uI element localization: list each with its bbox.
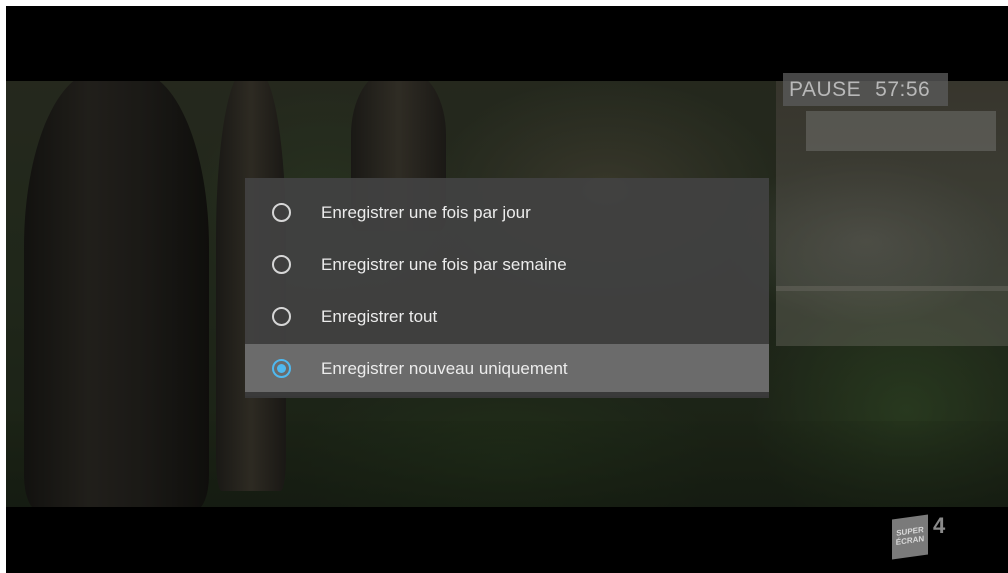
option-label: Enregistrer tout (321, 307, 438, 326)
option-record-new-only[interactable]: Enregistrer nouveau uniquement (245, 344, 769, 396)
option-label: Enregistrer une fois par jour (321, 203, 531, 222)
channel-logo: SUPER ÉCRAN 4 (892, 513, 952, 561)
channel-number: 4 (933, 513, 946, 538)
option-label: Enregistrer une fois par semaine (321, 255, 567, 274)
channel-logo-box: SUPER ÉCRAN (892, 514, 928, 560)
radio-unchecked-icon[interactable] (272, 203, 291, 222)
radio-unchecked-icon[interactable] (272, 307, 291, 326)
playback-time: 57:56 (875, 78, 931, 101)
dialog-bottom-edge (245, 392, 769, 398)
pause-status-badge: PAUSE 57:56 (783, 73, 948, 106)
option-label: Enregistrer nouveau uniquement (321, 359, 568, 378)
letterbox-top (6, 6, 1008, 81)
radio-unchecked-icon[interactable] (272, 255, 291, 274)
pause-label: PAUSE (789, 78, 862, 101)
radio-checked-icon[interactable] (272, 359, 291, 378)
option-record-daily[interactable]: Enregistrer une fois par jour (245, 188, 769, 240)
option-record-all[interactable]: Enregistrer tout (245, 292, 769, 344)
letterbox-bottom (6, 507, 1008, 573)
option-record-weekly[interactable]: Enregistrer une fois par semaine (245, 240, 769, 292)
recording-options-dialog: Enregistrer une fois par jour Enregistre… (245, 178, 769, 398)
